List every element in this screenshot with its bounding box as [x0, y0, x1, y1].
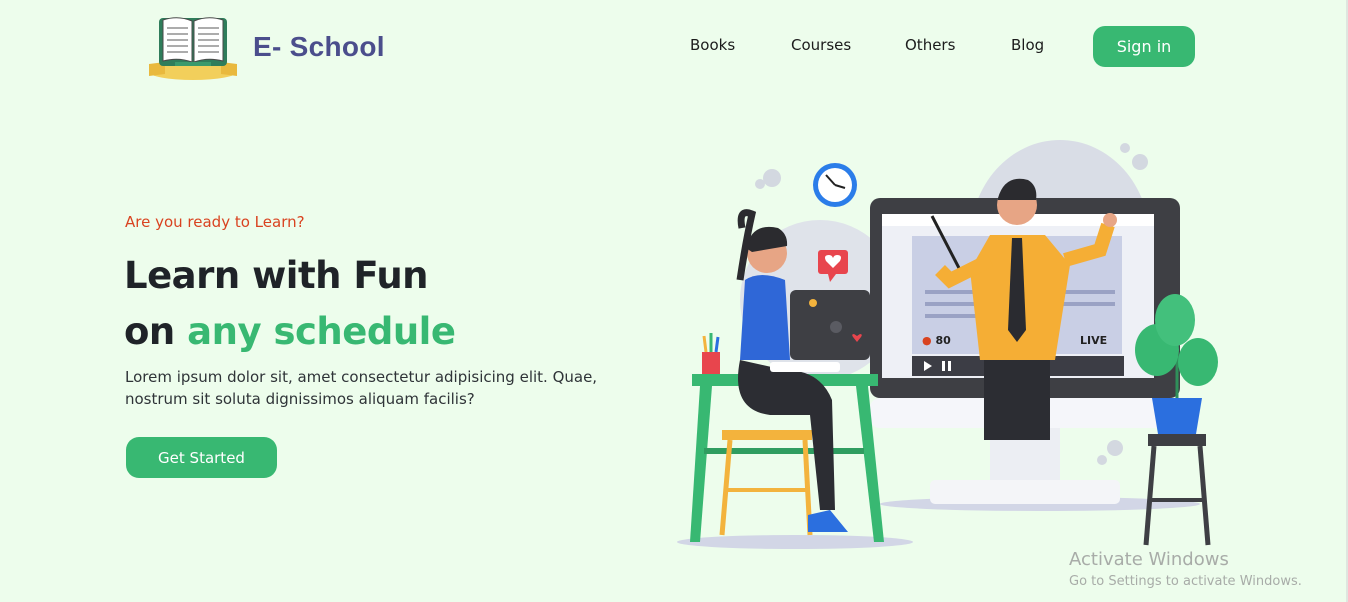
- nav-link-courses[interactable]: Courses: [791, 36, 851, 54]
- hero-title-prefix: on: [124, 310, 175, 353]
- nav-link-others[interactable]: Others: [905, 36, 955, 54]
- nav-link-books[interactable]: Books: [690, 36, 735, 54]
- logo[interactable]: [145, 12, 241, 82]
- hero-eyebrow: Are you ready to Learn?: [125, 213, 305, 231]
- windows-activation-title: Activate Windows: [1069, 549, 1229, 570]
- nav-link-blog[interactable]: Blog: [1011, 36, 1044, 54]
- viewer-count: 80: [935, 334, 951, 347]
- hero-title-line1: Learn with Fun: [124, 254, 429, 297]
- hero-title-accent: any schedule: [187, 310, 456, 353]
- brand-name[interactable]: E- School: [253, 31, 385, 63]
- svg-text:● 80: ● 80: [922, 334, 951, 347]
- open-book-icon: [149, 17, 237, 80]
- signin-button[interactable]: Sign in: [1093, 26, 1195, 67]
- hero-title-line2: on any schedule: [124, 310, 456, 353]
- live-label: LIVE: [1080, 334, 1107, 347]
- clock-icon: [813, 163, 857, 207]
- hero-description: Lorem ipsum dolor sit, amet consectetur …: [125, 368, 598, 408]
- windows-activation-subtitle: Go to Settings to activate Windows.: [1069, 574, 1302, 589]
- get-started-button[interactable]: Get Started: [126, 437, 277, 478]
- hero-illustration: ● 80 LIVE: [677, 140, 1218, 549]
